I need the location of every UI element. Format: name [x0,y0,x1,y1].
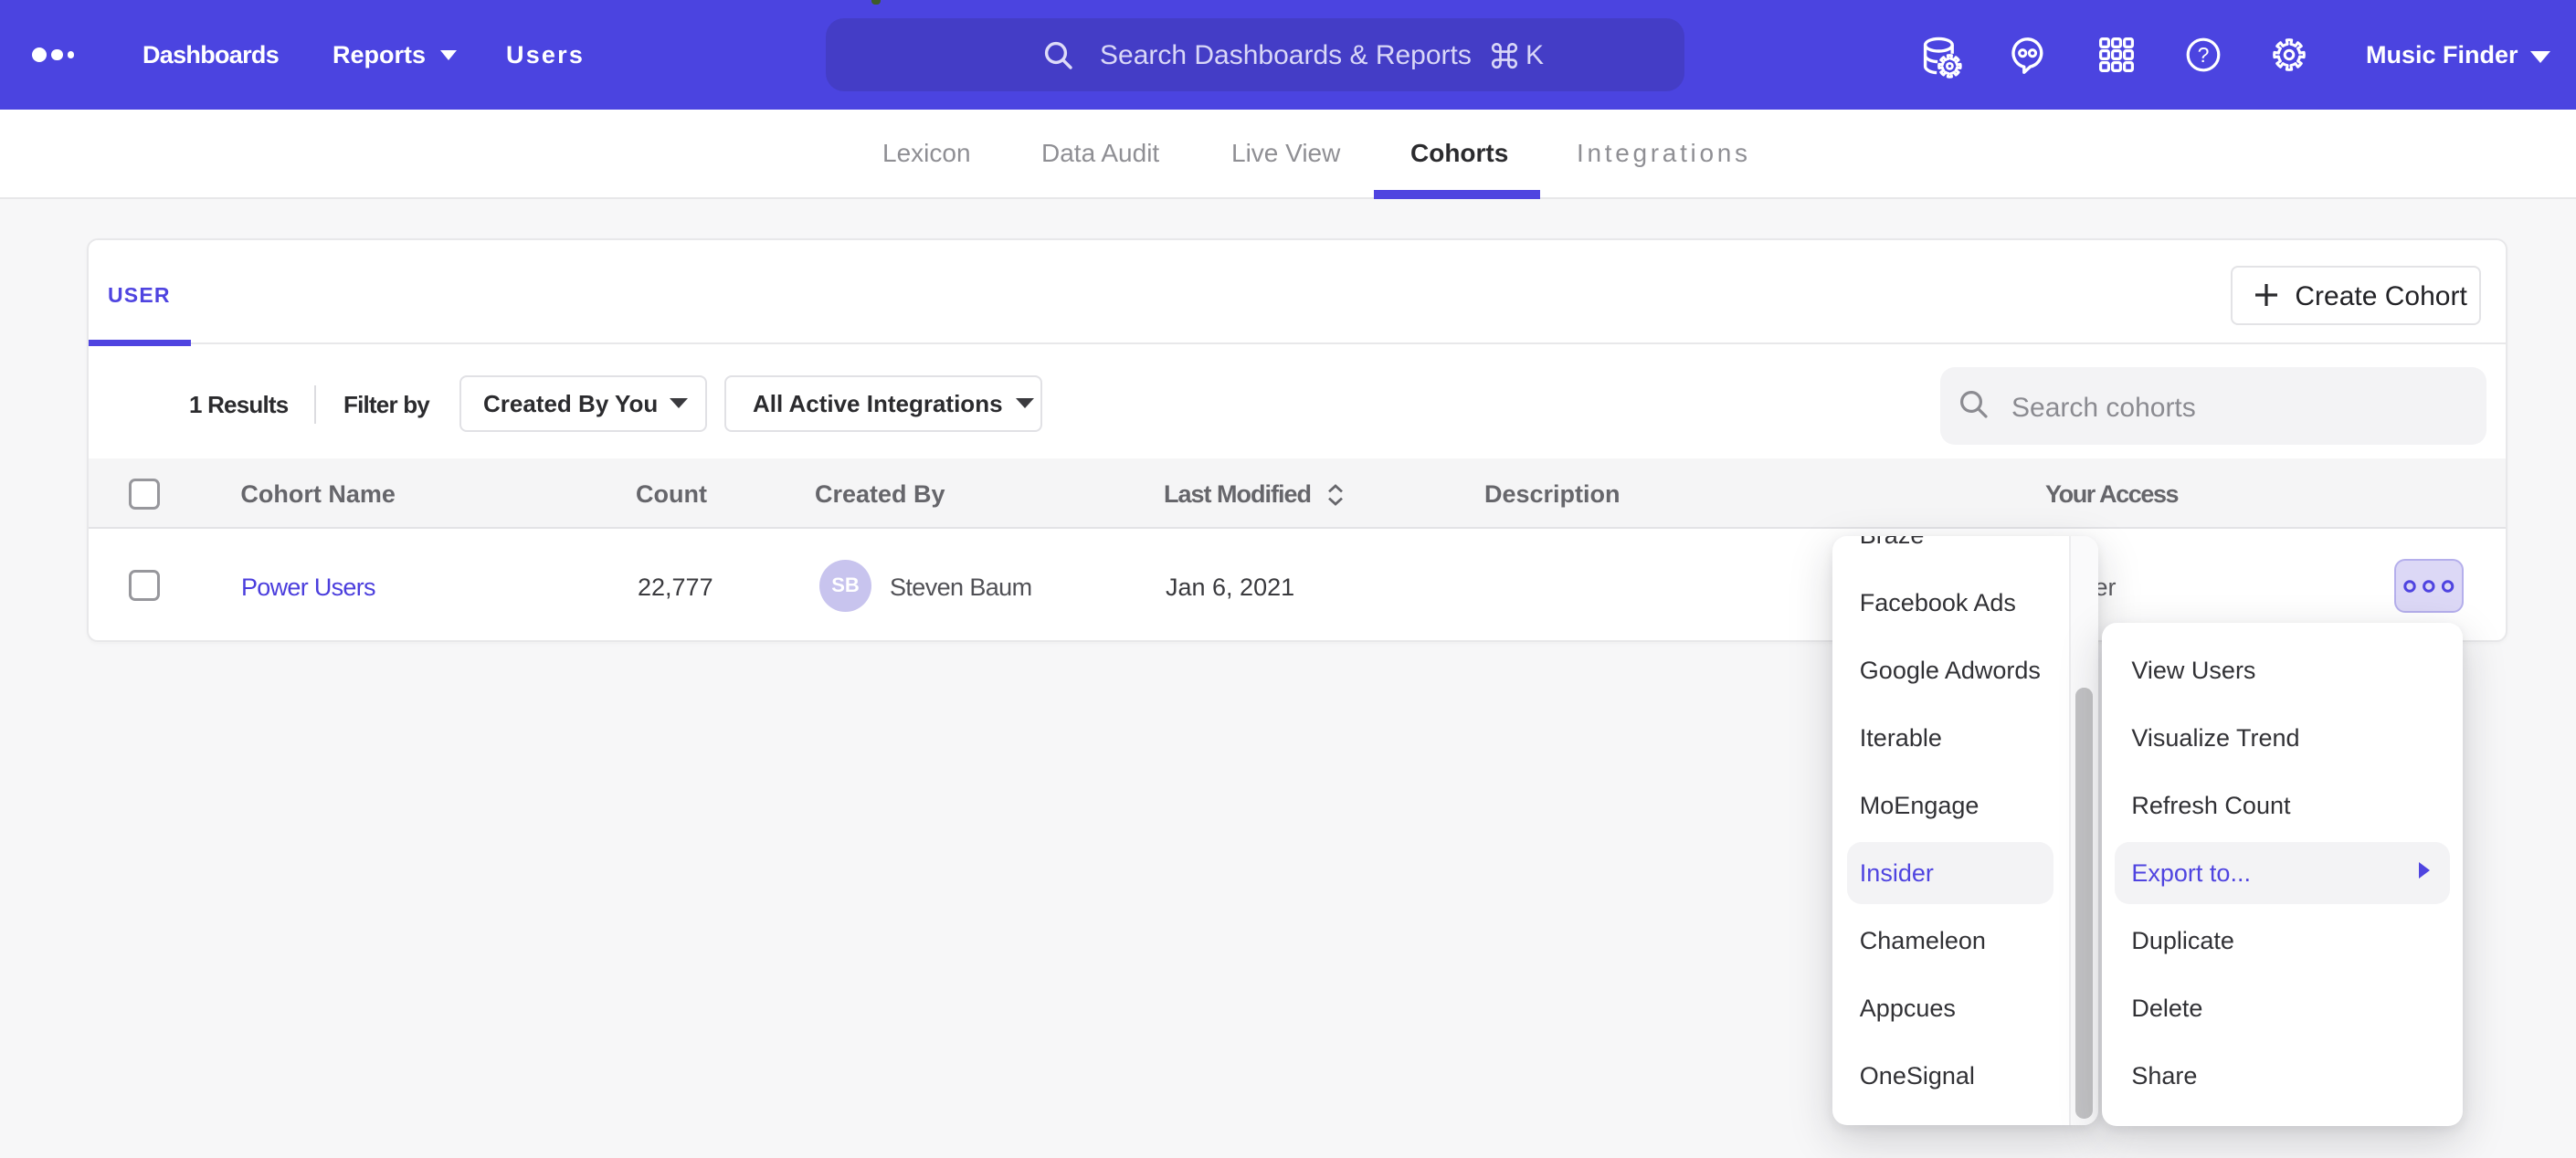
svg-text:?: ? [2198,43,2210,67]
